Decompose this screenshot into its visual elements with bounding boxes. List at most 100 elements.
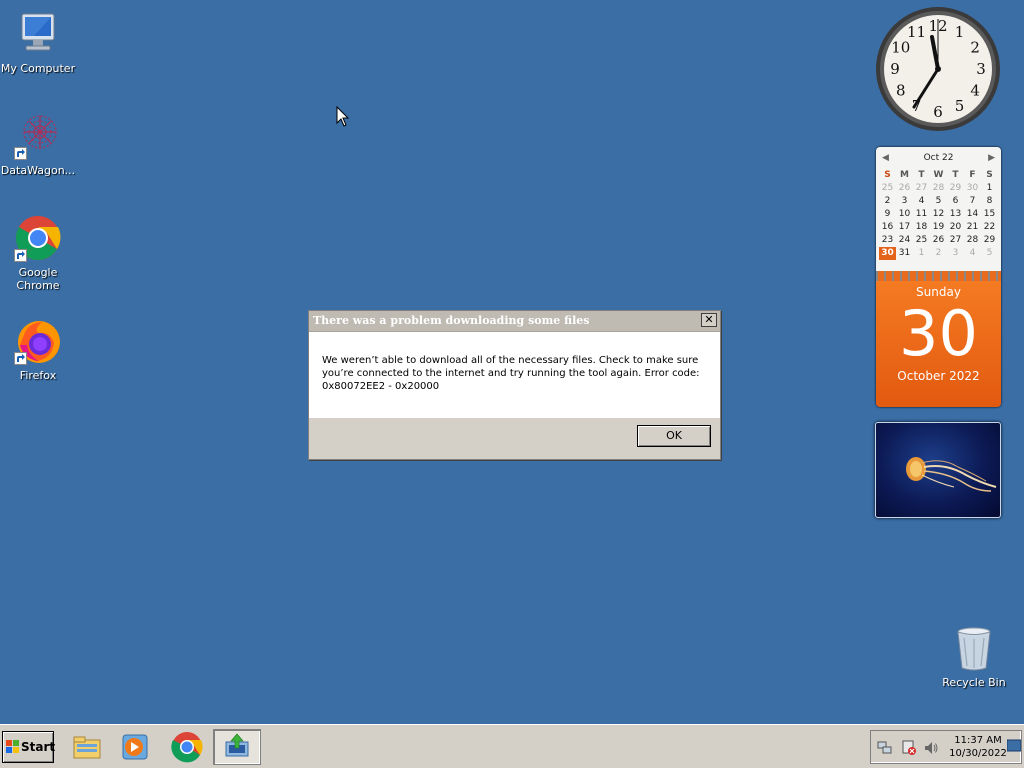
clock-numeral: 3 xyxy=(976,60,986,78)
clock-numeral: 9 xyxy=(890,60,900,78)
volume-icon[interactable] xyxy=(923,740,939,756)
calendar-day[interactable]: 5 xyxy=(930,195,947,208)
taskbar: Start 11:37 AM 10/30/2022 xyxy=(0,724,1024,768)
system-tray: 11:37 AM 10/30/2022 xyxy=(870,730,1022,764)
calendar-day[interactable]: 2 xyxy=(879,195,896,208)
calendar-day[interactable]: 27 xyxy=(947,234,964,247)
calendar-day[interactable]: 30 xyxy=(964,182,981,195)
calendar-day[interactable]: 5 xyxy=(981,247,998,260)
network-icon[interactable] xyxy=(877,740,893,756)
calendar-day[interactable]: 14 xyxy=(964,208,981,221)
calendar-weekday: T xyxy=(952,170,959,180)
calendar-day[interactable]: 8 xyxy=(981,195,998,208)
calendar-day[interactable]: 25 xyxy=(913,234,930,247)
clock-numeral: 2 xyxy=(970,39,980,57)
desktop-icon-label: Firefox xyxy=(19,369,57,382)
clock-numeral: 10 xyxy=(891,39,910,57)
calendar-day[interactable]: 7 xyxy=(964,195,981,208)
slideshow-gadget[interactable] xyxy=(875,422,1001,518)
calendar-month-view: ◀ Oct 22 ▶ S M T W T F S 25 26 27 28 29 30 1 2 3 4 5 6 7 8 9 1… xyxy=(876,147,1001,271)
calendar-day[interactable]: 29 xyxy=(981,234,998,247)
calendar-day[interactable]: 3 xyxy=(947,247,964,260)
calendar-gadget[interactable]: ◀ Oct 22 ▶ S M T W T F S 25 26 27 28 29 30 1 2 3 4 5 6 7 8 9 1… xyxy=(876,147,1001,407)
calendar-day[interactable]: 29 xyxy=(947,182,964,195)
clock-numeral: 1 xyxy=(955,23,965,41)
shortcut-arrow-icon xyxy=(14,249,27,262)
start-label: Start xyxy=(21,740,56,754)
desktop-icon-my-computer[interactable]: My Computer xyxy=(0,10,76,75)
calendar-next-icon[interactable]: ▶ xyxy=(988,147,995,169)
calendar-day[interactable]: 12 xyxy=(930,208,947,221)
calendar-day[interactable]: 4 xyxy=(964,247,981,260)
jellyfish-image xyxy=(906,457,997,492)
dialog-titlebar[interactable]: There was a problem downloading some fil… xyxy=(309,311,720,332)
tray-clock[interactable]: 11:37 AM 10/30/2022 xyxy=(949,734,1007,760)
calendar-day[interactable]: 25 xyxy=(879,182,896,195)
calendar-day[interactable]: 13 xyxy=(947,208,964,221)
chrome-icon[interactable] xyxy=(170,730,204,764)
calendar-day[interactable]: 1 xyxy=(981,182,998,195)
calendar-day[interactable]: 4 xyxy=(913,195,930,208)
calendar-day[interactable]: 24 xyxy=(896,234,913,247)
calendar-prev-icon[interactable]: ◀ xyxy=(882,147,889,169)
calendar-day[interactable]: 11 xyxy=(913,208,930,221)
calendar-day[interactable]: 27 xyxy=(913,182,930,195)
calendar-weekday: W xyxy=(933,170,944,180)
desktop-icon-recycle-bin[interactable]: Recycle Bin xyxy=(936,624,1012,689)
error-dialog: There was a problem downloading some fil… xyxy=(308,310,721,460)
close-button[interactable]: ✕ xyxy=(701,313,717,327)
clock-numeral: 4 xyxy=(970,82,980,100)
show-desktop-icon[interactable] xyxy=(1007,739,1021,753)
calendar-day[interactable]: 28 xyxy=(964,234,981,247)
calendar-day[interactable]: 26 xyxy=(896,182,913,195)
ok-button[interactable]: OK xyxy=(637,425,711,447)
explorer-icon[interactable] xyxy=(70,730,104,764)
datawagon-icon xyxy=(14,112,62,160)
calendar-grid: S M T W T F S 25 26 27 28 29 30 1 2 3 4 5 6 7 8 9 10 11 12 13 14 15… xyxy=(876,169,1001,260)
calendar-day[interactable]: 2 xyxy=(930,247,947,260)
calendar-day[interactable]: 28 xyxy=(930,182,947,195)
desktop-icon-label: My Computer xyxy=(0,62,76,75)
clock-gadget[interactable]: 12 1 2 3 4 5 6 7 8 9 10 11 xyxy=(874,5,1002,133)
desktop-icon-firefox[interactable]: Firefox xyxy=(0,317,76,382)
media-player-icon[interactable] xyxy=(118,730,152,764)
calendar-day[interactable]: 1 xyxy=(913,247,930,260)
clock-numeral: 8 xyxy=(896,82,906,100)
clock-numeral: 11 xyxy=(907,23,926,41)
calendar-day[interactable]: 20 xyxy=(947,221,964,234)
dialog-body: We weren’t able to download all of the n… xyxy=(309,332,720,418)
mouse-cursor-icon xyxy=(336,105,350,132)
calendar-day[interactable]: 18 xyxy=(913,221,930,234)
calendar-day[interactable]: 17 xyxy=(896,221,913,234)
desktop-icon-datawagon[interactable]: DataWagon... xyxy=(0,112,76,177)
calendar-weekday: S xyxy=(986,170,993,180)
calendar-day[interactable]: 3 xyxy=(896,195,913,208)
clock-numeral: 5 xyxy=(955,97,965,115)
clock-numeral: 6 xyxy=(933,103,943,121)
installer-icon xyxy=(225,733,249,757)
desktop-icon-label: Google Chrome xyxy=(16,266,60,292)
calendar-day[interactable]: 26 xyxy=(930,234,947,247)
calendar-spiral xyxy=(876,271,1001,281)
calendar-weekday: S xyxy=(884,170,891,180)
installer-taskbar-button[interactable] xyxy=(213,729,261,765)
action-center-icon[interactable] xyxy=(901,740,917,756)
dialog-message: We weren’t able to download all of the n… xyxy=(322,355,700,392)
calendar-day[interactable]: 15 xyxy=(981,208,998,221)
dialog-title: There was a problem downloading some fil… xyxy=(313,314,590,327)
recycle-bin-icon xyxy=(950,624,998,672)
calendar-day[interactable]: 10 xyxy=(896,208,913,221)
calendar-day[interactable]: 19 xyxy=(930,221,947,234)
start-button[interactable]: Start xyxy=(2,731,56,763)
calendar-day[interactable]: 22 xyxy=(981,221,998,234)
desktop-icon-label: Recycle Bin xyxy=(942,676,1006,689)
calendar-today[interactable]: 30 xyxy=(879,247,896,260)
calendar-day[interactable]: 9 xyxy=(879,208,896,221)
desktop-icon-google-chrome[interactable]: Google Chrome xyxy=(0,214,76,292)
desktop-icon-label: DataWagon... xyxy=(0,164,76,177)
calendar-day[interactable]: 23 xyxy=(879,234,896,247)
calendar-day[interactable]: 6 xyxy=(947,195,964,208)
calendar-day[interactable]: 31 xyxy=(896,247,913,260)
calendar-day[interactable]: 16 xyxy=(879,221,896,234)
calendar-day[interactable]: 21 xyxy=(964,221,981,234)
